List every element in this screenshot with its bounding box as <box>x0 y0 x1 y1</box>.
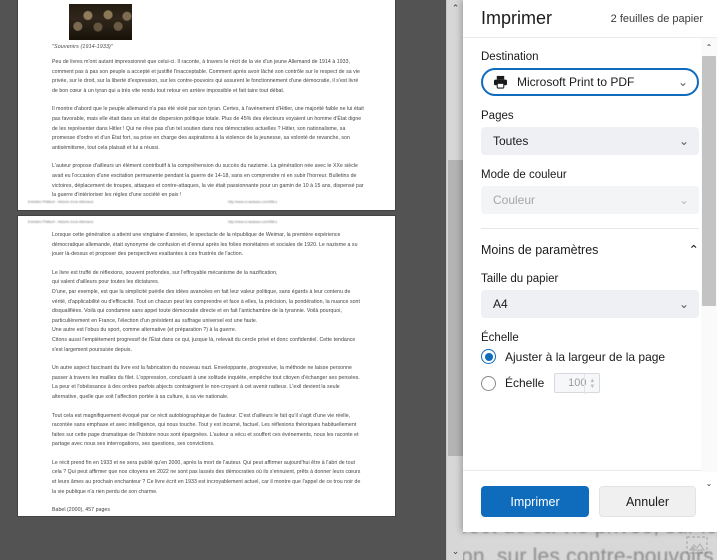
scale-fit-label: Ajuster à la largeur de la page <box>505 349 666 364</box>
document-paragraph: Il montre d'abord que le peuple allemand… <box>52 106 364 151</box>
pages-value: Toutes <box>493 134 529 148</box>
dialog-header: Imprimer 2 feuilles de papier <box>463 0 717 38</box>
destination-label: Destination <box>481 51 539 63</box>
page-header-line: Entretien Philibert : Histoire d'une All… <box>18 216 395 230</box>
preview-scrollbar[interactable]: ⌃ ⌄ <box>446 0 463 560</box>
print-button[interactable]: Imprimer <box>481 486 589 517</box>
dialog-footer: Imprimer Annuler <box>463 470 717 532</box>
color-mode-label: Mode de couleur <box>481 169 567 181</box>
radio-custom-scale[interactable] <box>481 375 496 391</box>
quantity-stepper[interactable]: ▲ ▼ <box>584 374 599 394</box>
print-header-left: Entretien Philibert : Histoire d'une All… <box>28 220 94 224</box>
scroll-down-icon[interactable]: ⌄ <box>701 476 717 492</box>
color-mode-value: Couleur <box>493 193 536 207</box>
scale-fit-option[interactable]: Ajuster à la largeur de la page <box>481 349 699 364</box>
preview-scrollbar-thumb[interactable] <box>448 160 463 456</box>
print-preview-pane: "Souvenirs (1914-1933)" Peu de livres m'… <box>0 0 463 560</box>
scroll-up-icon[interactable]: ⌃ <box>701 40 717 56</box>
document-reference: Babel (2000), 457 pages <box>52 507 110 514</box>
paper-size-select[interactable]: A4 ⌄ <box>481 290 699 318</box>
color-mode-field: Mode de couleur Couleur ⌄ <box>481 169 699 214</box>
destination-select[interactable]: Microsoft Print to PDF ⌄ <box>481 68 699 96</box>
chevron-up-icon[interactable]: ⌃ <box>689 242 699 257</box>
document-paragraph: Un autre aspect fascinant du livre est l… <box>52 365 360 400</box>
printer-icon <box>493 75 508 89</box>
paper-size-field: Taille du papier A4 ⌄ <box>481 273 699 318</box>
chevron-down-icon: ⌄ <box>678 193 689 207</box>
print-header-right: http://www.m.laclasse.com/088.s <box>228 220 278 224</box>
dialog-body: Destination Microsoft Print to PDF ⌄ Pag… <box>463 38 717 470</box>
sheet-count-label: 2 feuilles de papier <box>610 12 703 25</box>
cancel-button[interactable]: Annuler <box>599 486 696 517</box>
document-paragraph: Le livre est truffé de réflexions, souve… <box>52 269 360 353</box>
print-header-right: http://www.m.laclasse.com/088.s <box>228 200 278 204</box>
scroll-up-icon[interactable]: ⌃ <box>447 0 463 17</box>
chevron-down-icon[interactable]: ⌄ <box>678 75 688 89</box>
preview-page-2: Entretien Philibert : Histoire d'une All… <box>18 216 395 516</box>
pages-field: Pages Toutes ⌄ <box>481 110 699 155</box>
scale-input[interactable]: 100 ▲ ▼ <box>554 373 601 394</box>
chevron-down-icon[interactable]: ⌄ <box>679 134 689 148</box>
color-mode-select: Couleur ⌄ <box>481 186 699 214</box>
paper-size-label: Taille du papier <box>481 273 559 285</box>
print-header-left: Entretien Philibert : Histoire d'une All… <box>28 200 94 204</box>
destination-field: Destination Microsoft Print to PDF ⌄ <box>481 51 699 96</box>
chevron-down-icon[interactable]: ⌄ <box>679 297 689 311</box>
document-paragraph: Lorsque cette génération a atteint une v… <box>52 232 358 258</box>
page-footer-header-line: Entretien Philibert : Histoire d'une All… <box>18 196 395 210</box>
radio-fit-to-width[interactable] <box>481 349 496 364</box>
document-paragraph: Peu de livres m'ont autant impressionné … <box>52 59 360 94</box>
scale-label: Échelle <box>481 332 519 344</box>
scale-field: Échelle Ajuster à la largeur de la page … <box>481 332 699 394</box>
scale-custom-option[interactable]: Échelle 100 ▲ ▼ <box>481 373 699 394</box>
destination-value: Microsoft Print to PDF <box>517 75 635 89</box>
image-placeholder-icon <box>686 536 708 554</box>
document-paragraph: Le récit prend fin en 1933 et ne sera pu… <box>52 459 361 495</box>
print-dialog: Imprimer 2 feuilles de papier Destinatio… <box>463 0 717 532</box>
document-paragraph: L'auteur propose d'ailleurs un élément c… <box>52 163 364 199</box>
dialog-scrollbar[interactable]: ⌃ ⌄ <box>701 38 717 488</box>
scale-custom-label: Échelle <box>505 376 545 390</box>
document-photo <box>69 4 132 40</box>
pages-label: Pages <box>481 110 514 122</box>
dialog-scrollbar-thumb[interactable] <box>702 56 716 306</box>
stepper-down-icon[interactable]: ▼ <box>589 384 595 390</box>
settings-toggle[interactable]: Moins de paramètres ⌃ <box>481 242 699 258</box>
scroll-down-icon[interactable]: ⌄ <box>447 543 463 560</box>
pages-select[interactable]: Toutes ⌄ <box>481 127 699 155</box>
page-title: Imprimer <box>481 8 552 28</box>
document-paragraph: Tout cela est magnifiquement évoqué par … <box>52 412 359 448</box>
document-caption: "Souvenirs (1914-1933)" <box>52 44 113 50</box>
settings-toggle-label: Moins de paramètres <box>481 242 599 257</box>
paper-size-value: A4 <box>493 297 508 311</box>
preview-page-1: "Souvenirs (1914-1933)" Peu de livres m'… <box>18 0 395 210</box>
divider <box>481 228 699 229</box>
